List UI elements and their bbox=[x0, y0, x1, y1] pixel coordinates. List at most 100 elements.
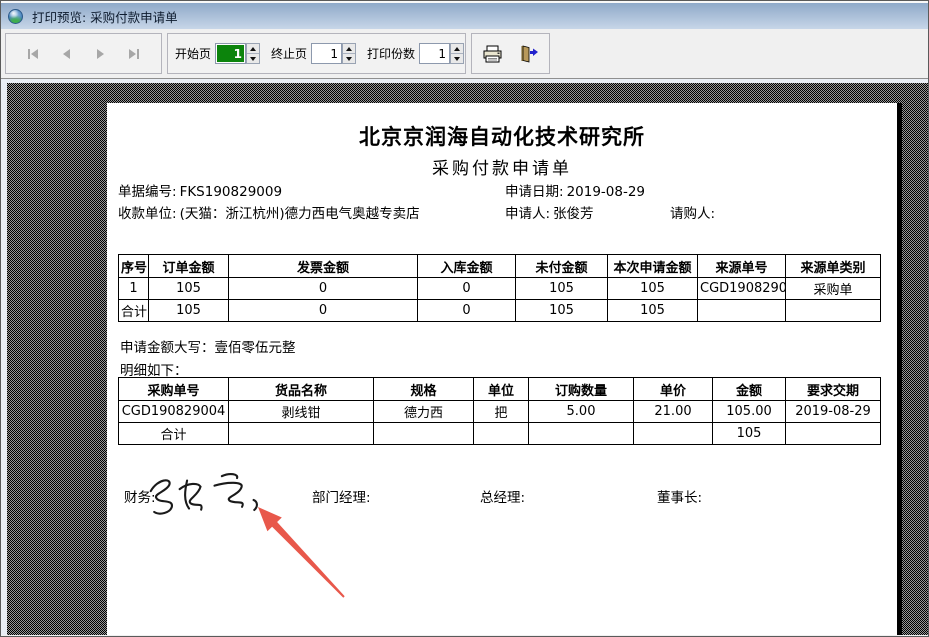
dept-manager-label: 部门经理: bbox=[312, 486, 371, 506]
amount-in-words-field: 申请金额大写：壹佰零伍元整 bbox=[120, 336, 296, 356]
payee-field: 收款单位:(天猫：浙江杭州)德力西电气奥越专卖店 bbox=[118, 202, 420, 222]
detail-section-label: 明细如下： bbox=[120, 359, 188, 379]
cell: 把 bbox=[474, 401, 529, 423]
cell: CGD1908290 bbox=[698, 278, 786, 300]
detail-table-header-row: 采购单号 货品名称 规格 单位 订购数量 单价 金额 要求交期 bbox=[119, 378, 881, 401]
header-cell: 来源单类别 bbox=[786, 255, 881, 278]
print-actions-panel bbox=[471, 33, 550, 74]
chairman-label: 董事长: bbox=[657, 486, 702, 506]
doc-number-label: 单据编号: bbox=[118, 184, 177, 200]
payee-label: 收款单位: bbox=[118, 206, 177, 222]
detail-table-total-row: 合计 105 bbox=[119, 423, 881, 445]
summary-table-total-row: 合计 105 0 0 105 105 bbox=[119, 300, 881, 322]
up-arrow-icon bbox=[454, 47, 460, 51]
general-manager-label: 总经理: bbox=[480, 486, 525, 506]
start-page-up-button[interactable] bbox=[247, 44, 259, 54]
print-preview-window: 打印预览: 采购付款申请单 bbox=[0, 0, 929, 637]
cell: 105 bbox=[516, 300, 608, 322]
cell bbox=[529, 423, 634, 445]
down-arrow-icon bbox=[454, 57, 460, 61]
amount-in-words-value: 壹佰零伍元整 bbox=[215, 340, 296, 356]
document-page: 北京京润海自动化技术研究所 采购付款申请单 单据编号:FKS190829009 … bbox=[107, 103, 897, 635]
last-page-icon bbox=[127, 47, 141, 61]
cell: 0 bbox=[418, 278, 516, 300]
finance-signature-handwriting bbox=[143, 467, 278, 519]
cell: 105 bbox=[608, 300, 698, 322]
end-page-input[interactable]: 1 bbox=[311, 43, 342, 64]
exit-button[interactable] bbox=[513, 40, 543, 68]
start-page-down-button[interactable] bbox=[247, 54, 259, 63]
requester-label: 请购人: bbox=[670, 206, 715, 222]
first-page-button[interactable] bbox=[22, 43, 44, 65]
end-page-up-button[interactable] bbox=[343, 44, 355, 54]
start-page-label: 开始页 bbox=[175, 45, 211, 62]
last-page-button[interactable] bbox=[123, 43, 145, 65]
prev-page-button[interactable] bbox=[56, 43, 78, 65]
summary-table-row: 1 105 0 0 105 105 CGD1908290 采购单 bbox=[119, 278, 881, 300]
start-page-input[interactable]: 1 bbox=[215, 43, 246, 64]
copies-down-button[interactable] bbox=[451, 54, 463, 63]
cell: 采购单 bbox=[786, 278, 881, 300]
cell: 105 bbox=[713, 423, 786, 445]
cell bbox=[474, 423, 529, 445]
cell: 105 bbox=[149, 300, 229, 322]
end-page-down-button[interactable] bbox=[343, 54, 355, 63]
cell bbox=[786, 300, 881, 322]
print-button[interactable] bbox=[478, 40, 508, 68]
printer-icon bbox=[482, 45, 504, 63]
header-cell: 金额 bbox=[713, 378, 786, 401]
cell: 1 bbox=[119, 278, 149, 300]
applicant-value: 张俊芳 bbox=[553, 206, 594, 222]
window-title: 打印预览: 采购付款申请单 bbox=[32, 7, 178, 26]
title-bar: 打印预览: 采购付款申请单 bbox=[1, 1, 928, 29]
applicant-field: 申请人:张俊芳 bbox=[505, 202, 594, 222]
payee-value: (天猫：浙江杭州)德力西电气奥越专卖店 bbox=[180, 206, 420, 222]
copies-input[interactable]: 1 bbox=[419, 43, 450, 64]
toolbar: 开始页 1 终止页 1 打印份数 1 bbox=[1, 29, 928, 79]
start-page-stepper bbox=[246, 43, 260, 64]
cell: 德力西 bbox=[374, 401, 474, 423]
next-page-button[interactable] bbox=[89, 43, 111, 65]
cell: 105 bbox=[608, 278, 698, 300]
requester-field: 请购人: bbox=[670, 202, 718, 222]
preview-area: 北京京润海自动化技术研究所 采购付款申请单 单据编号:FKS190829009 … bbox=[1, 79, 928, 635]
cell: 合计 bbox=[119, 300, 149, 322]
apply-date-value: 2019-08-29 bbox=[567, 184, 645, 200]
header-cell: 单位 bbox=[474, 378, 529, 401]
header-cell: 未付金额 bbox=[516, 255, 608, 278]
form-title: 采购付款申请单 bbox=[107, 154, 897, 179]
cell: 105.00 bbox=[713, 401, 786, 423]
cell: 0 bbox=[418, 300, 516, 322]
cell: 2019-08-29 bbox=[786, 401, 881, 423]
copies-label: 打印份数 bbox=[367, 45, 415, 62]
header-cell: 入库金额 bbox=[418, 255, 516, 278]
cell: 剥线钳 bbox=[229, 401, 374, 423]
up-arrow-icon bbox=[346, 47, 352, 51]
cell bbox=[698, 300, 786, 322]
summary-table: 序号 订单金额 发票金额 入库金额 未付金额 本次申请金额 来源单号 来源单类别… bbox=[118, 254, 881, 322]
detail-table-row: CGD190829004 剥线钳 德力西 把 5.00 21.00 105.00… bbox=[119, 401, 881, 423]
header-cell: 规格 bbox=[374, 378, 474, 401]
header-cell: 本次申请金额 bbox=[608, 255, 698, 278]
cell: 105 bbox=[516, 278, 608, 300]
cell: 5.00 bbox=[529, 401, 634, 423]
end-page-stepper bbox=[342, 43, 356, 64]
doc-number-value: FKS190829009 bbox=[180, 184, 283, 200]
page-range-panel: 开始页 1 终止页 1 打印份数 1 bbox=[167, 33, 466, 74]
company-name: 北京京润海自动化技术研究所 bbox=[107, 121, 897, 151]
detail-table: 采购单号 货品名称 规格 单位 订购数量 单价 金额 要求交期 CGD19082… bbox=[118, 377, 881, 445]
cell: 105 bbox=[149, 278, 229, 300]
page-nav-panel bbox=[5, 33, 162, 74]
header-cell: 来源单号 bbox=[698, 255, 786, 278]
header-cell: 发票金额 bbox=[229, 255, 418, 278]
cell bbox=[229, 423, 374, 445]
cell: 0 bbox=[229, 300, 418, 322]
apply-date-label: 申请日期: bbox=[505, 184, 564, 200]
header-cell: 要求交期 bbox=[786, 378, 881, 401]
copies-stepper bbox=[450, 43, 464, 64]
doc-number-field: 单据编号:FKS190829009 bbox=[118, 180, 282, 200]
amount-in-words-label: 申请金额大写： bbox=[120, 340, 215, 356]
copies-up-button[interactable] bbox=[451, 44, 463, 54]
cell bbox=[634, 423, 713, 445]
cell: CGD190829004 bbox=[119, 401, 229, 423]
